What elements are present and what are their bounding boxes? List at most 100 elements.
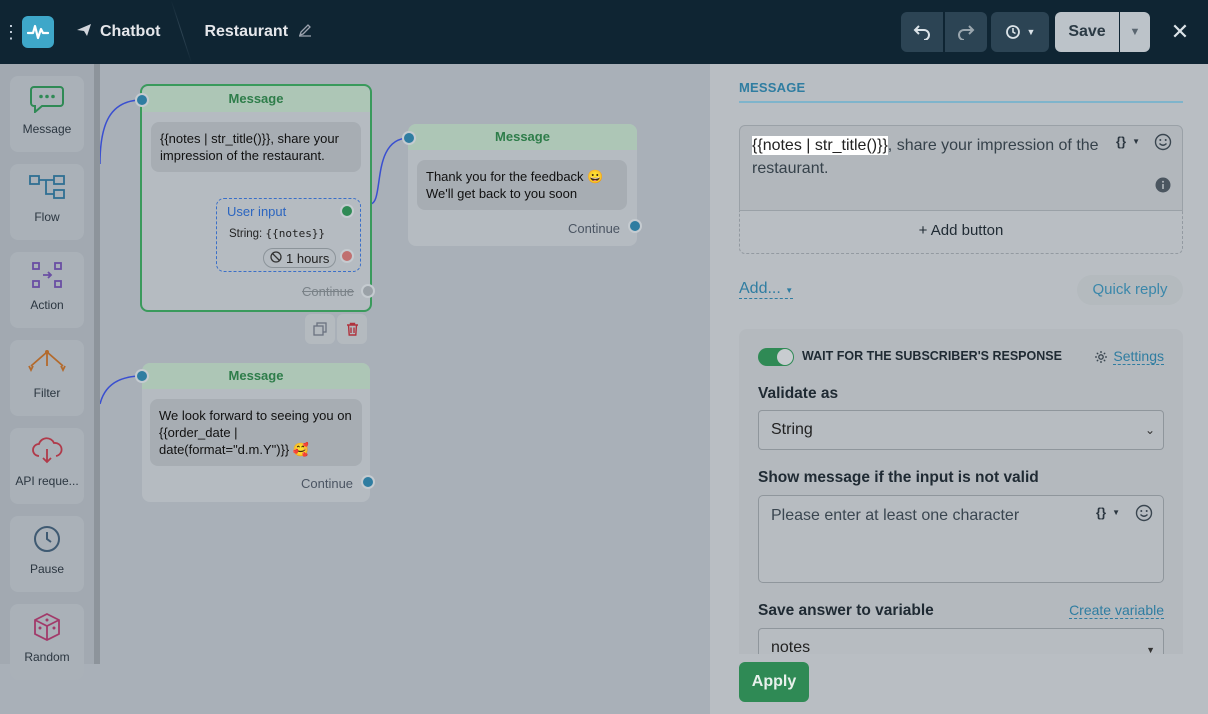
braces-icon: {}	[1116, 134, 1127, 149]
variable-insert-button[interactable]: {} ▼	[1096, 505, 1120, 520]
user-input-timeout-port[interactable]	[340, 249, 354, 263]
braces-icon: {}	[1096, 505, 1107, 520]
quick-reply-button[interactable]: Quick reply	[1077, 275, 1183, 305]
save-dropdown-button[interactable]: ▼	[1120, 12, 1150, 52]
settings-link[interactable]: Settings	[1094, 348, 1164, 365]
flow-icon	[10, 164, 84, 210]
chevron-down-icon: ▼	[785, 286, 794, 295]
history-button[interactable]: ▼	[991, 12, 1049, 52]
node-continue-port[interactable]	[361, 475, 375, 489]
app-logo-icon[interactable]	[22, 16, 54, 48]
node-message-text: Thank you for the feedback 😀 We'll get b…	[417, 160, 627, 210]
close-icon[interactable]: ✕	[1160, 12, 1200, 52]
redo-icon	[958, 25, 975, 40]
chevron-down-icon: ▼	[1026, 27, 1036, 37]
add-button-button[interactable]: + Add button	[739, 211, 1183, 254]
palette-item-action[interactable]: Action	[10, 252, 84, 328]
user-input-variable: {{notes}}	[265, 227, 326, 240]
palette-label: API reque...	[15, 474, 79, 488]
breadcrumb-chatbot[interactable]: Chatbot	[76, 0, 182, 64]
invalid-message-input[interactable]: Please enter at least one character {} ▼	[758, 495, 1164, 583]
flow-canvas[interactable]: Message {{notes | str_title()}}, share y…	[100, 64, 710, 714]
node-continue-port[interactable]	[361, 284, 375, 298]
tab-underline	[739, 101, 1183, 103]
message-node[interactable]: Message Thank you for the feedback 😀 We'…	[408, 124, 637, 246]
palette-item-flow[interactable]: Flow	[10, 164, 84, 240]
add-label: Add...	[739, 280, 781, 297]
user-input-type: String: {{notes}}	[229, 227, 325, 240]
node-continue-port[interactable]	[628, 219, 642, 233]
save-button[interactable]: Save	[1055, 12, 1119, 52]
filter-icon	[10, 340, 84, 386]
variable-insert-button[interactable]: {} ▼	[1116, 134, 1140, 149]
block-palette: Message Flow Action Filter API reque... …	[0, 64, 96, 680]
ban-icon	[270, 250, 282, 266]
edit-pencil-icon[interactable]	[298, 23, 312, 42]
smile-icon	[1154, 133, 1172, 151]
menu-dots-icon[interactable]: ⋮	[2, 22, 20, 43]
invalid-message-placeholder: Please enter at least one character	[771, 507, 1020, 524]
message-node[interactable]: Message We look forward to seeing you on…	[142, 363, 370, 502]
validate-as-value: String	[771, 421, 813, 438]
tab-message[interactable]: MESSAGE	[739, 80, 805, 95]
validate-as-select[interactable]: String ⌄	[758, 410, 1164, 450]
chevron-down-icon: ⌄	[1144, 423, 1155, 437]
node-input-port[interactable]	[135, 93, 149, 107]
node-continue-label: Continue	[568, 221, 621, 236]
user-input-label: User input	[227, 204, 287, 219]
node-title: Message	[408, 124, 637, 150]
message-node[interactable]: Message {{notes | str_title()}}, share y…	[140, 84, 372, 312]
chevron-down-icon: ▼	[1132, 137, 1141, 146]
message-editor-text[interactable]: {{notes | str_title()}}, share your impr…	[752, 134, 1102, 180]
palette-label: Message	[22, 122, 72, 136]
node-input-port[interactable]	[135, 369, 149, 383]
validate-as-label: Validate as	[758, 385, 839, 402]
smile-icon	[1135, 504, 1153, 522]
wait-response-toggle[interactable]	[758, 348, 794, 366]
dice-icon	[10, 604, 84, 650]
undo-button[interactable]	[901, 12, 943, 52]
send-icon	[76, 23, 92, 42]
save-variable-label: Save answer to variable	[758, 602, 934, 619]
invalid-message-label: Show message if the input is not valid	[758, 469, 1039, 486]
message-editor[interactable]: {{notes | str_title()}}, share your impr…	[739, 125, 1183, 211]
breadcrumb-chatbot-label: Chatbot	[100, 23, 161, 40]
palette-item-filter[interactable]: Filter	[10, 340, 84, 416]
chevron-down-icon: ▼	[1112, 508, 1121, 517]
toggle-knob	[777, 349, 793, 365]
copy-node-button[interactable]	[305, 314, 335, 344]
node-title: Message	[142, 86, 370, 112]
chat-bubble-icon	[10, 76, 84, 122]
copy-icon	[313, 322, 327, 336]
palette-label: Filter	[33, 386, 61, 400]
apply-button[interactable]: Apply	[739, 662, 809, 702]
node-message-text: We look forward to seeing you on {{order…	[150, 399, 362, 466]
wait-response-label: WAIT FOR THE SUBSCRIBER'S RESPONSE	[802, 349, 1062, 363]
user-input-success-port[interactable]	[340, 204, 354, 218]
node-input-port[interactable]	[402, 131, 416, 145]
user-response-card: WAIT FOR THE SUBSCRIBER'S RESPONSE Setti…	[739, 329, 1183, 659]
timeout-text: 1 hours	[286, 250, 330, 266]
clock-icon	[10, 516, 84, 562]
emoji-button[interactable]	[1135, 504, 1153, 522]
timeout-badge[interactable]: 1 hours	[263, 248, 337, 268]
panel-footer: Apply	[710, 654, 1208, 714]
palette-label: Flow	[34, 210, 60, 224]
action-icon	[10, 252, 84, 298]
delete-node-button[interactable]	[337, 314, 367, 344]
node-continue-label: Continue	[302, 284, 355, 299]
create-variable-link[interactable]: Create variable	[1069, 602, 1164, 619]
palette-item-pause[interactable]: Pause	[10, 516, 84, 592]
redo-button[interactable]	[945, 12, 987, 52]
palette-item-random[interactable]: Random	[10, 604, 84, 680]
emoji-button[interactable]	[1154, 133, 1172, 151]
top-bar: ⋮ Chatbot Restaurant ▼ Save ▼ ✕	[0, 0, 1208, 64]
settings-label: Settings	[1113, 348, 1164, 365]
info-icon[interactable]	[1155, 177, 1171, 193]
palette-label: Pause	[29, 562, 65, 576]
palette-item-message[interactable]: Message	[10, 76, 84, 152]
palette-item-api-request[interactable]: API reque...	[10, 428, 84, 504]
gear-icon	[1095, 350, 1108, 363]
add-dropdown-link[interactable]: Add... ▼	[739, 280, 794, 299]
palette-label: Random	[24, 650, 70, 664]
